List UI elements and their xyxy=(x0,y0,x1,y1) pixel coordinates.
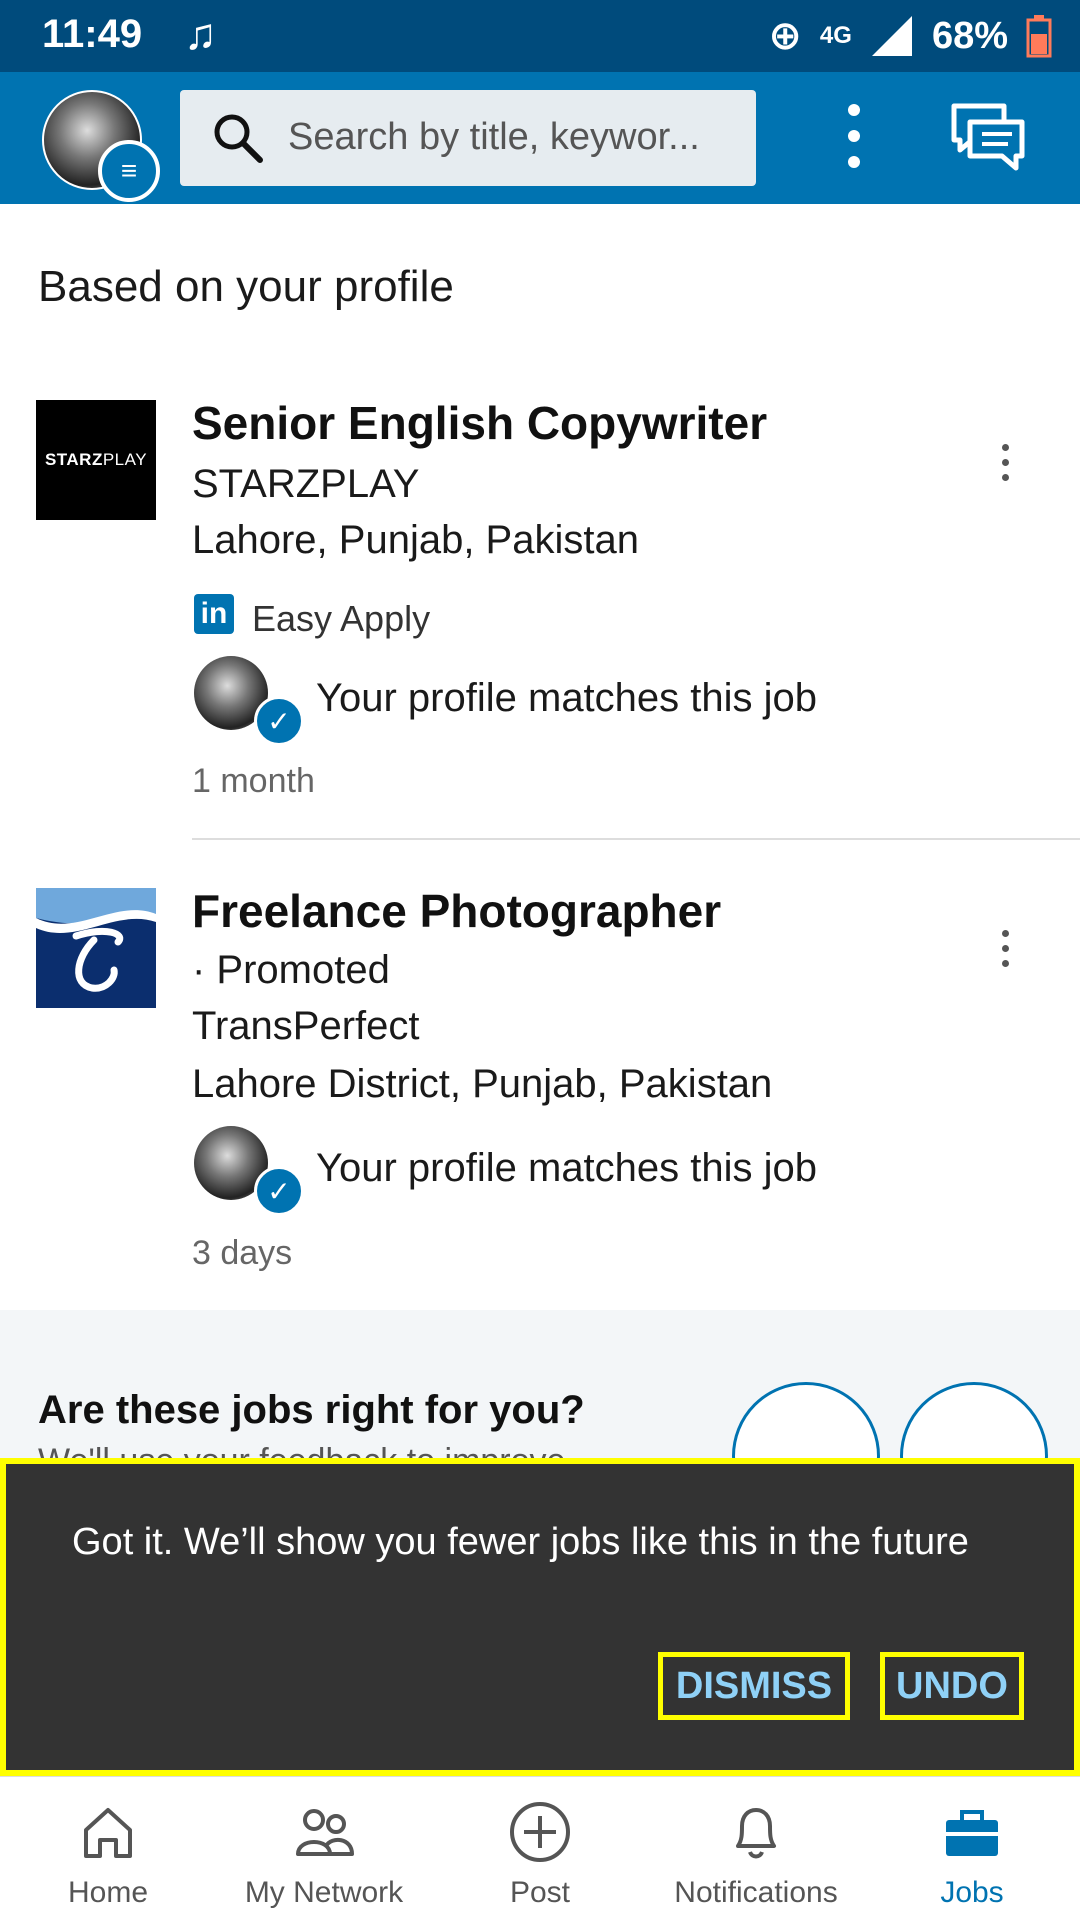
undo-button[interactable]: UNDO xyxy=(880,1652,1024,1720)
promoted-label: · Promoted xyxy=(192,948,390,992)
divider xyxy=(192,838,1080,840)
search-icon xyxy=(214,114,263,163)
job-title[interactable]: Freelance Photographer xyxy=(192,884,721,938)
network-icon xyxy=(296,1809,354,1856)
nav-label: Notifications xyxy=(674,1876,838,1909)
network-type: 4G xyxy=(819,22,852,49)
job-options-button[interactable] xyxy=(990,440,1020,500)
data-saver-icon: ⊕ xyxy=(768,14,802,58)
nav-item-post[interactable]: Post xyxy=(432,1800,648,1910)
bell-icon xyxy=(736,1808,776,1859)
battery-level: 68% xyxy=(931,14,1008,57)
nav-label: Post xyxy=(509,1876,571,1909)
company-logo-transperfect[interactable] xyxy=(36,888,156,1008)
nav-label: Jobs xyxy=(940,1876,1004,1909)
battery-icon xyxy=(1026,15,1052,58)
status-time: 11:49 xyxy=(42,12,143,56)
music-note-icon: ♫ xyxy=(184,10,217,59)
dismiss-button[interactable]: DISMISS xyxy=(658,1652,850,1720)
job-location: Lahore District, Punjab, Pakistan xyxy=(192,1062,773,1106)
easy-apply-label: Easy Apply xyxy=(252,598,431,639)
signal-icon xyxy=(871,16,912,56)
match-text: Your profile matches this job xyxy=(316,1146,818,1190)
section-title: Based on your profile xyxy=(38,262,454,311)
search-placeholder: Search by title, keywor... xyxy=(288,116,700,158)
overflow-menu-button[interactable] xyxy=(836,98,872,178)
menu-icon[interactable]: ≡ xyxy=(98,140,160,202)
snackbar xyxy=(0,1458,1080,1776)
check-icon: ✓ xyxy=(254,696,304,746)
nav-label: Home xyxy=(67,1876,149,1909)
company-logo-starzplay[interactable]: STARZ PLAY xyxy=(36,400,156,520)
messaging-icon[interactable] xyxy=(950,100,1026,176)
snackbar-message: Got it. We’ll show you fewer jobs like t… xyxy=(72,1521,969,1563)
match-text: Your profile matches this job xyxy=(316,676,818,720)
nav-item-my-network[interactable]: My Network xyxy=(216,1800,432,1910)
nav-label: My Network xyxy=(244,1876,404,1909)
job-posted: 3 days xyxy=(192,1234,293,1272)
transperfect-logo-icon xyxy=(36,888,156,1008)
job-company: STARZPLAY xyxy=(192,462,420,506)
post-icon xyxy=(510,1802,570,1862)
nav-item-notifications[interactable]: Notifications xyxy=(648,1800,864,1910)
linkedin-icon: in xyxy=(194,594,234,634)
check-icon: ✓ xyxy=(254,1166,304,1216)
job-location: Lahore, Punjab, Pakistan xyxy=(192,518,639,562)
job-company: TransPerfect xyxy=(192,1004,420,1048)
job-options-button[interactable] xyxy=(990,926,1020,986)
status-indicators: ⊕ 4G 68% xyxy=(768,10,1052,62)
feedback-question: Are these jobs right for you? xyxy=(38,1388,585,1432)
nav-item-jobs[interactable]: Jobs xyxy=(864,1800,1080,1910)
job-posted: 1 month xyxy=(192,762,315,800)
home-icon xyxy=(84,1808,132,1858)
nav-item-home[interactable]: Home xyxy=(0,1800,216,1910)
job-title[interactable]: Senior English Copywriter xyxy=(192,396,767,450)
briefcase-icon xyxy=(946,1810,998,1856)
